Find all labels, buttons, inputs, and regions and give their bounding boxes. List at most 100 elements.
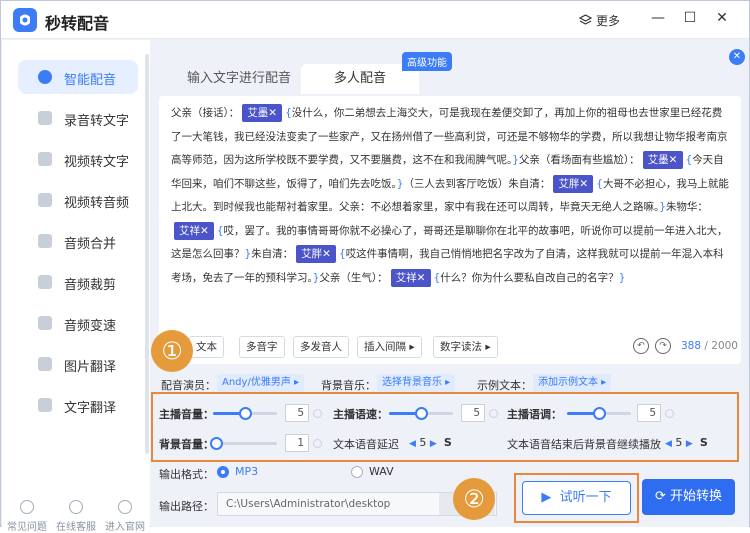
sidebar-item-label: 文字翻译 — [64, 401, 117, 416]
host-volume-slider[interactable] — [213, 407, 277, 420]
editor-toolbar: 文本 多音字 多发音人 插入间隔 ▸ 数字读法 ▸ ↶ ↷ 388 / 2000 — [159, 336, 741, 362]
online-support-link[interactable]: 在线客服 — [51, 500, 101, 533]
after-end-stepper[interactable]: ◀ 5 ▶ S — [665, 436, 708, 449]
increase-icon[interactable]: ▶ — [686, 439, 693, 449]
sidebar: 智能配音 录音转文字 视频转文字 视频转音频 音频合并 音频裁剪 音频变速 图片… — [2, 40, 150, 533]
reset-dot-icon[interactable] — [665, 409, 674, 418]
wav-radio[interactable] — [351, 466, 363, 478]
brace-marker: } — [618, 271, 626, 284]
music-label: 背景音乐： — [321, 379, 376, 392]
brace-marker: { — [216, 224, 224, 237]
slider-knob[interactable] — [415, 407, 428, 420]
reset-dot-icon[interactable] — [313, 409, 322, 418]
start-convert-button[interactable]: ⟳ 开始转换 — [642, 479, 735, 515]
speaker-tag[interactable]: 艾胖✕ — [553, 174, 594, 193]
dialogue-text: （三人去到客厅吃饭）朱自清： — [403, 177, 551, 190]
multi-speaker-button[interactable]: 多发音人 — [293, 336, 349, 358]
question-icon — [20, 500, 34, 514]
example-selector[interactable]: 添加示例文本 ▸ — [533, 374, 612, 392]
preview-button[interactable]: ▶ 试听一下 — [522, 481, 631, 515]
polyphone-button[interactable]: 多音字 — [239, 336, 285, 358]
maximize-icon[interactable]: ☐ — [681, 10, 699, 26]
minimize-icon[interactable]: — — [649, 10, 667, 26]
close-window-icon[interactable]: ✕ — [713, 10, 731, 26]
dialogue-text: 父亲（看场面有些尴尬）： — [518, 154, 640, 166]
host-pitch-value[interactable]: 5 — [637, 404, 661, 422]
editor-content[interactable]: 父亲（接话）： 艾墨✕ {没什么，你二弟想去上海交大，可是我现在差便交卸了，再加上你… — [171, 102, 731, 290]
decrease-icon[interactable]: ◀ — [409, 439, 416, 449]
sidebar-item-label: 音频裁剪 — [64, 278, 117, 293]
sidebar-item-text-translate[interactable]: 文字翻译 — [18, 388, 138, 422]
faq-link[interactable]: 常见问题 — [2, 500, 52, 533]
slider-knob[interactable] — [593, 407, 606, 420]
host-speed-slider[interactable] — [389, 407, 453, 420]
brace-marker: } — [512, 154, 519, 166]
sidebar-item-label: 录音转文字 — [64, 114, 130, 129]
host-volume-label: 主播音量： — [159, 408, 214, 421]
host-speed-value[interactable]: 5 — [461, 404, 485, 422]
annotation-marker-1: ① — [151, 330, 193, 372]
sidebar-item-audio-merge[interactable]: 音频合并 — [18, 224, 138, 258]
music-selector[interactable]: 选择背景音乐 ▸ — [377, 374, 456, 392]
speaker-tag[interactable]: 艾墨✕ — [642, 151, 683, 169]
speed-icon — [38, 316, 52, 330]
after-end-label: 文本语音结束后背景音继续播放 — [507, 438, 661, 451]
sidebar-item-label: 音频合并 — [64, 237, 117, 252]
delay-stepper[interactable]: ◀ 5 ▶ S — [409, 436, 452, 449]
reset-dot-icon[interactable] — [313, 439, 322, 448]
increase-icon[interactable]: ▶ — [430, 439, 437, 449]
undo-icon[interactable]: ↶ — [633, 338, 649, 354]
bg-volume-slider[interactable] — [210, 437, 277, 450]
sidebar-item-audio-cut[interactable]: 音频裁剪 — [18, 265, 138, 299]
host-pitch-slider[interactable] — [567, 407, 631, 420]
sidebar-item-audio-to-text[interactable]: 录音转文字 — [18, 101, 138, 135]
host-speed-label: 主播语速： — [333, 408, 388, 421]
brace-marker: } — [659, 201, 666, 213]
sidebar-item-video-to-audio[interactable]: 视频转音频 — [18, 183, 138, 217]
sidebar-item-label: 智能配音 — [64, 73, 117, 88]
sidebar-scrollbar[interactable] — [145, 54, 149, 454]
official-site-link[interactable]: 进入官网 — [100, 500, 150, 533]
close-panel-icon[interactable]: ✕ — [729, 49, 745, 65]
insert-pause-button[interactable]: 插入间隔 ▸ — [357, 336, 422, 358]
listen-highlight: ▶ 试听一下 — [514, 473, 639, 523]
sidebar-item-label: 视频转文字 — [64, 155, 130, 170]
speaker-tag[interactable]: 艾胖✕ — [296, 245, 336, 263]
sidebar-item-video-to-text[interactable]: 视频转文字 — [18, 142, 138, 176]
voice-selector[interactable]: Andy/优雅男声 ▸ — [217, 374, 305, 392]
example-label: 示例文本： — [477, 379, 532, 392]
reset-dot-icon[interactable] — [489, 409, 498, 418]
video-text-icon — [38, 152, 52, 166]
number-reading-button[interactable]: 数字读法 ▸ — [433, 336, 498, 358]
mp3-radio[interactable] — [217, 466, 229, 478]
wav-label[interactable]: WAV — [369, 465, 394, 478]
speaker-tag[interactable]: 艾墨✕ — [242, 104, 283, 122]
mp3-label[interactable]: MP3 — [235, 465, 258, 478]
layers-icon — [579, 14, 592, 25]
app-logo-icon — [13, 8, 37, 32]
microphone-icon — [38, 70, 52, 84]
decrease-icon[interactable]: ◀ — [665, 439, 672, 449]
redo-icon[interactable]: ↷ — [655, 338, 671, 354]
annotation-marker-2: ② — [453, 478, 495, 520]
brace-marker: { — [285, 107, 292, 119]
text-button[interactable]: 文本 — [189, 336, 224, 358]
more-button[interactable]: 更多 — [579, 12, 620, 29]
app-window: 秒转配音 更多 — ☐ ✕ 智能配音 录音转文字 视频转文字 视频转音频 音频合… — [0, 0, 750, 533]
audio-text-icon — [38, 111, 52, 125]
speaker-tag[interactable]: 艾祥✕ — [174, 221, 214, 240]
slider-knob[interactable] — [210, 437, 224, 450]
sidebar-item-image-translate[interactable]: 图片翻译 — [18, 347, 138, 381]
more-label: 更多 — [596, 14, 621, 28]
tab-text-dubbing[interactable]: 输入文字进行配音 — [179, 64, 299, 94]
text-editor[interactable]: 父亲（接话）： 艾墨✕ {没什么，你二弟想去上海交大，可是我现在差便交卸了，再加上你… — [159, 96, 741, 364]
host-volume-value[interactable]: 5 — [285, 404, 309, 422]
slider-knob[interactable] — [239, 407, 252, 420]
bg-volume-value[interactable]: 1 — [285, 434, 309, 452]
merge-icon — [38, 234, 52, 248]
path-label: 输出路径： — [159, 500, 214, 513]
sidebar-item-smart-dubbing[interactable]: 智能配音 — [18, 60, 138, 94]
sidebar-item-audio-speed[interactable]: 音频变速 — [18, 306, 138, 340]
scissors-icon — [38, 275, 52, 289]
speaker-tag[interactable]: 艾祥✕ — [390, 268, 431, 287]
